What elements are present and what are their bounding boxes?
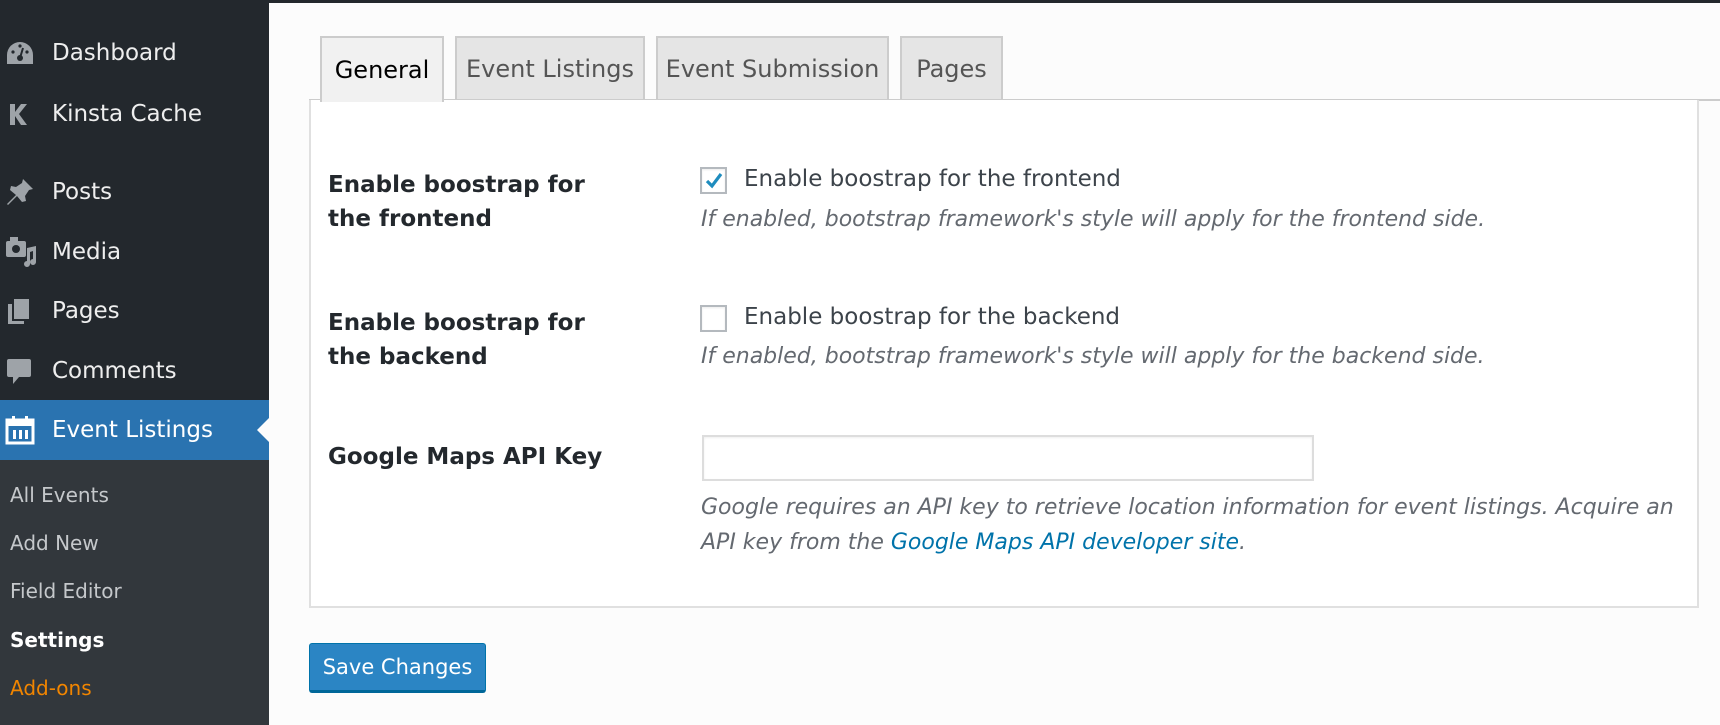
submenu-settings[interactable]: Settings [10,628,104,652]
submenu-add-ons[interactable]: Add-ons [10,676,92,700]
maps-api-key-description-line2: API key from the Google Maps API develop… [701,530,1246,555]
sidebar-item-pages[interactable]: Pages [0,283,269,339]
general-settings-panel: Enable boostrap for the frontend Enable … [309,100,1699,608]
sidebar-item-comments[interactable]: Comments [0,343,269,399]
pages-icon [0,296,52,326]
description-suffix: . [1239,530,1247,555]
sidebar-item-kinsta-cache[interactable]: Kinsta Cache [0,86,269,142]
tab-pages[interactable]: Pages [900,36,1003,99]
backend-bootstrap-checkbox[interactable] [700,305,727,332]
google-maps-developer-link[interactable]: Google Maps API developer site [891,530,1239,555]
sidebar-item-label: Comments [52,358,177,384]
comment-icon [0,356,52,386]
kinsta-icon [0,101,52,127]
submenu-field-editor[interactable]: Field Editor [10,579,122,603]
sidebar-item-label: Dashboard [52,40,177,66]
sidebar-item-label: Pages [52,298,120,324]
submenu-add-new[interactable]: Add New [10,531,99,555]
sidebar-item-label: Event Listings [52,417,213,443]
media-icon [0,236,52,268]
maps-api-key-label: Google Maps API Key [328,444,603,470]
settings-main: General Event Listings Event Submission … [269,3,1720,725]
tab-general[interactable]: General [320,36,444,102]
dashboard-icon [0,40,52,66]
maps-api-key-description: Google requires an API key to retrieve l… [701,495,1674,520]
sidebar-item-media[interactable]: Media [0,224,269,280]
sidebar-item-label: Kinsta Cache [52,101,202,127]
sidebar-item-posts[interactable]: Posts [0,164,269,220]
checkmark-icon [705,172,722,188]
description-prefix: API key from the [701,530,891,555]
frontend-bootstrap-description: If enabled, bootstrap framework's style … [701,207,1486,232]
sidebar-item-label: Posts [52,179,113,205]
pushpin-icon [0,177,52,207]
calendar-icon [0,415,52,445]
frontend-bootstrap-checkbox-label[interactable]: Enable boostrap for the frontend [744,166,1121,192]
sidebar-item-event-listings[interactable]: Event Listings [0,400,269,460]
backend-bootstrap-checkbox-label[interactable]: Enable boostrap for the backend [744,304,1120,330]
backend-bootstrap-label: Enable boostrap for the backend [328,310,585,370]
tab-event-submission[interactable]: Event Submission [656,36,889,99]
active-menu-arrow [257,418,269,442]
frontend-bootstrap-label: Enable boostrap for the frontend [328,172,585,232]
sidebar-item-label: Media [52,239,122,265]
submenu-all-events[interactable]: All Events [10,483,109,507]
admin-sidebar: Dashboard Kinsta Cache Posts Media Pages… [0,0,269,725]
maps-api-key-input[interactable] [702,435,1314,481]
sidebar-item-dashboard[interactable]: Dashboard [0,25,269,81]
backend-bootstrap-description: If enabled, bootstrap framework's style … [701,344,1485,369]
frontend-bootstrap-checkbox[interactable] [700,167,727,194]
save-changes-button[interactable]: Save Changes [309,643,486,693]
tab-event-listings[interactable]: Event Listings [455,36,645,99]
event-listings-submenu: All Events Add New Field Editor Settings… [0,460,269,725]
